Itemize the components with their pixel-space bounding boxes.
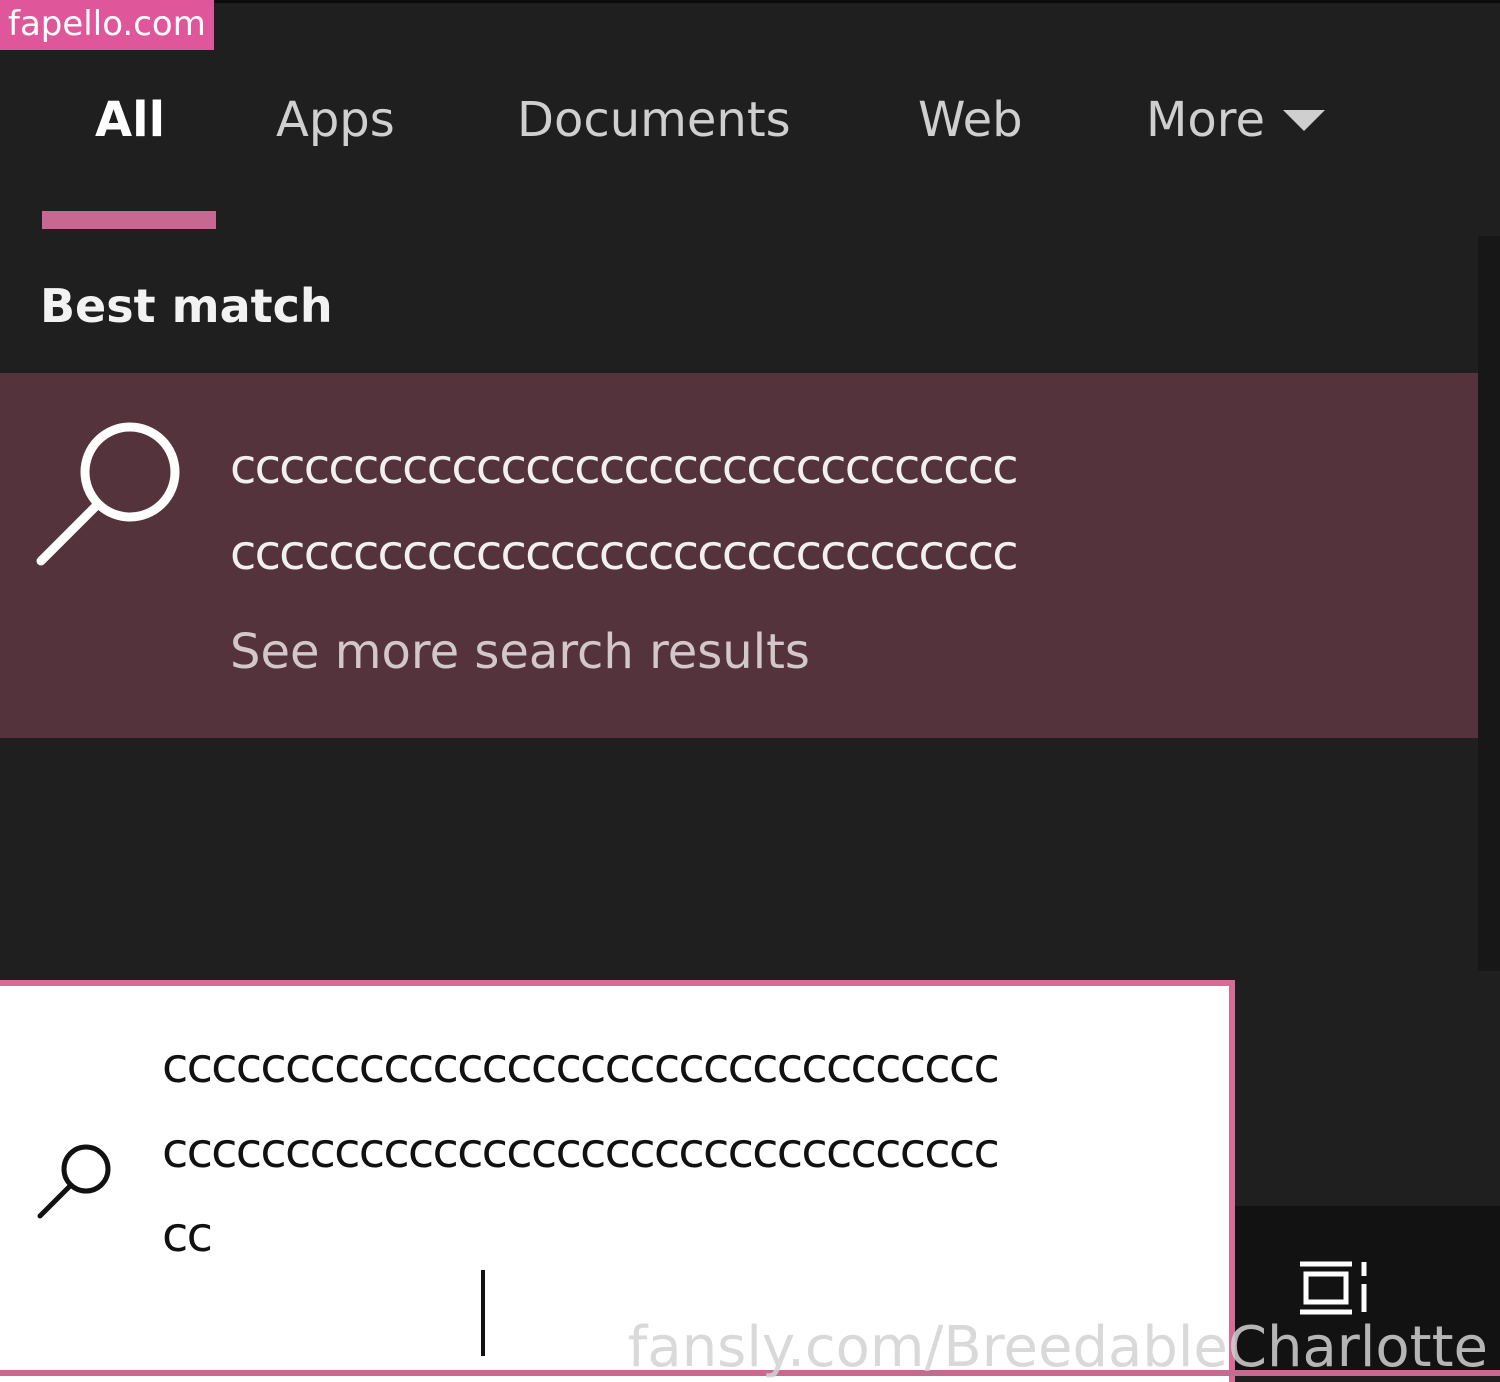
tab-web[interactable]: Web	[918, 80, 1023, 160]
search-query-line-1: cccccccccccccccccccccccccccccccccc	[162, 1038, 1000, 1094]
tab-apps[interactable]: Apps	[276, 80, 395, 160]
best-match-line-2: cccccccccccccccccccccccccccccccc	[230, 525, 1019, 581]
search-icon	[36, 422, 180, 566]
text-cursor	[481, 1270, 485, 1356]
best-match-heading: Best match	[40, 279, 333, 333]
watermark-bottom: fansly.com/BreedableCharlotte	[627, 1315, 1488, 1380]
tab-more-label: More	[1146, 92, 1265, 148]
task-view-icon[interactable]	[1300, 1256, 1380, 1322]
window-top-border	[0, 0, 1500, 3]
search-icon	[37, 1144, 111, 1219]
tab-documents[interactable]: Documents	[517, 80, 791, 160]
search-filter-tabs: All Apps Documents Web More	[0, 80, 1480, 160]
see-more-search-results[interactable]: See more search results	[230, 622, 810, 682]
scrollbar-track[interactable]	[1478, 236, 1500, 971]
watermark-top: fapello.com	[0, 0, 214, 50]
search-query-line-2: cccccccccccccccccccccccccccccccccc	[162, 1123, 1000, 1179]
caret-down-icon	[1283, 109, 1325, 131]
search-query-line-3: cc	[162, 1207, 213, 1263]
active-tab-indicator	[42, 211, 216, 229]
tab-all[interactable]: All	[95, 80, 165, 160]
best-match-line-1: cccccccccccccccccccccccccccccccc	[230, 439, 1019, 495]
tab-more[interactable]: More	[1146, 80, 1325, 160]
